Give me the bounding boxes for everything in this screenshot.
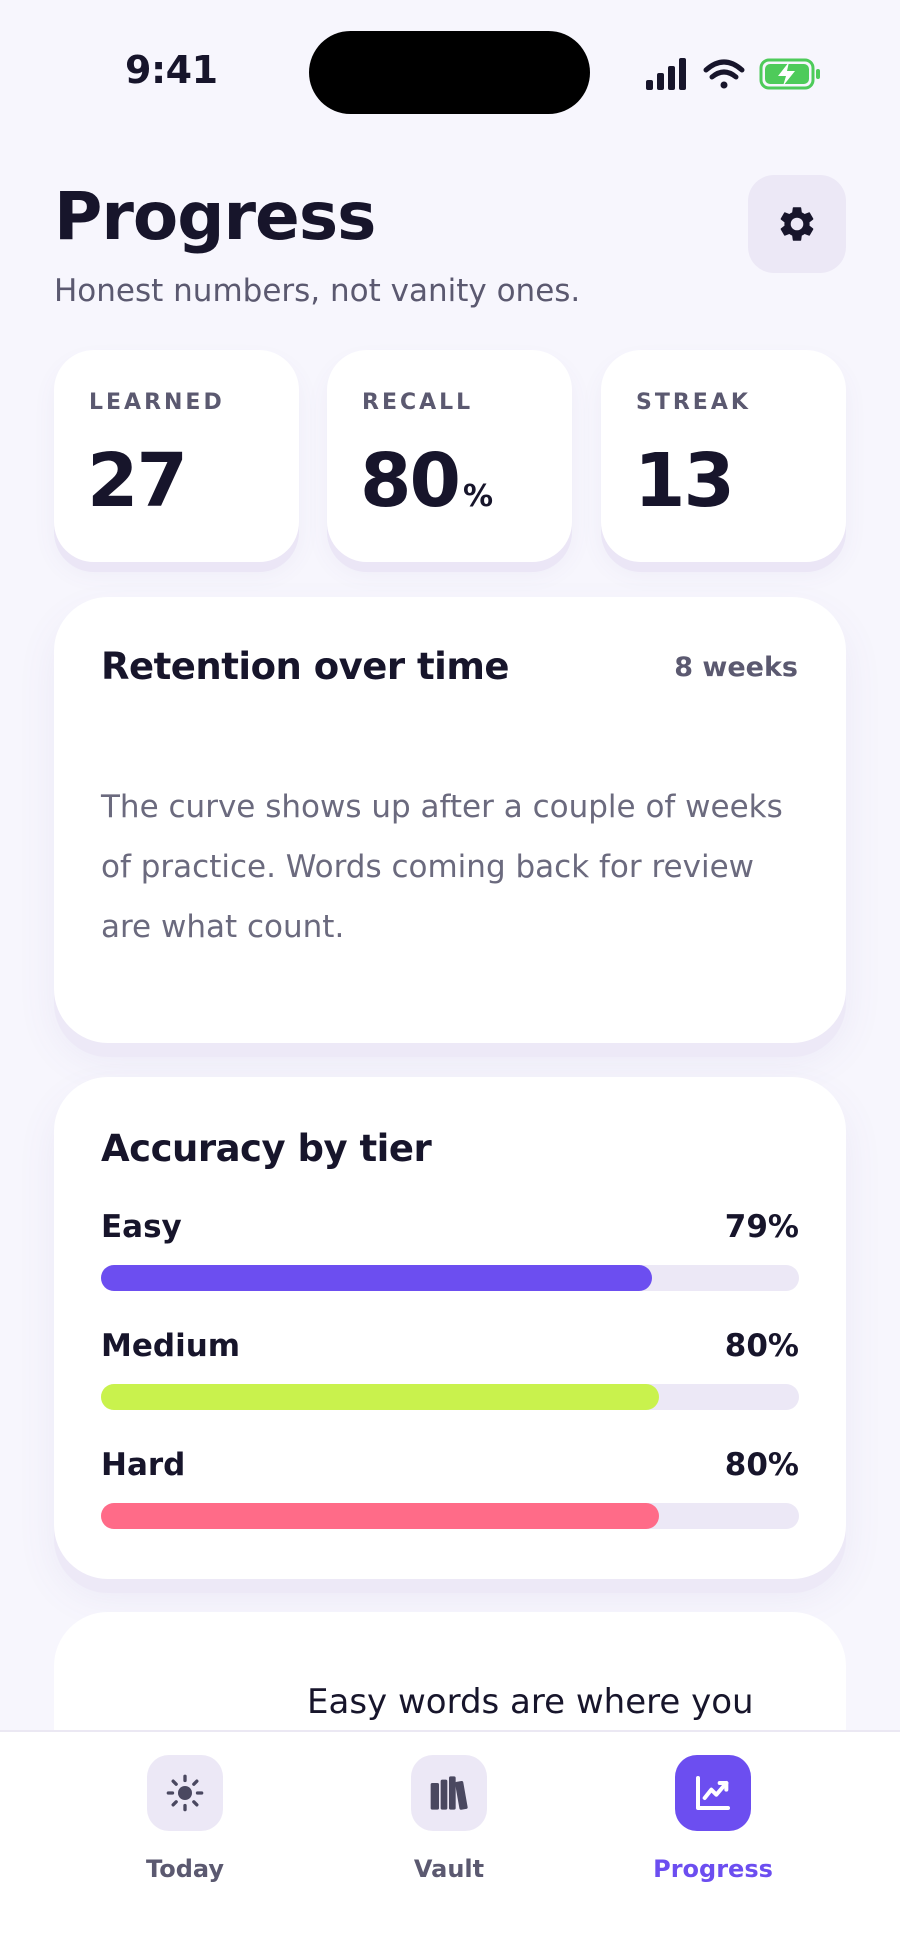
settings-button[interactable] [748,175,846,273]
stat-label: LEARNED [89,390,225,415]
tier-row-easy: Easy 79% [101,1209,799,1299]
accuracy-card: Accuracy by tier Easy 79% Medium 80% Har… [54,1077,846,1579]
stat-value: 13 [634,438,735,524]
battery-charging-icon [759,58,820,90]
signal-icon [646,58,686,90]
stat-unit: % [462,479,494,514]
tier-progress-fill [101,1265,653,1291]
nav-item-vault[interactable]: Vault [349,1755,549,1895]
tier-percent: 80% [724,1328,799,1364]
stat-card-learned: LEARNED 27 [54,350,299,562]
chart-icon [696,1776,730,1810]
stat-card-streak: STREAK 13 [601,350,846,562]
tier-label: Hard [101,1447,186,1483]
tier-progress-track [101,1384,799,1410]
nav-icon-box [675,1755,751,1831]
wifi-icon [703,59,745,89]
tier-percent: 80% [724,1447,799,1483]
gear-icon [780,207,814,241]
stat-label: STREAK [636,390,751,415]
dynamic-island [309,31,590,114]
retention-title: Retention over time [101,645,510,688]
tier-progress-fill [101,1384,660,1410]
page-subtitle: Honest numbers, not vanity ones. [54,273,581,309]
status-icons [646,58,820,90]
insight-text: Easy words are where you [307,1682,754,1722]
stat-value: 27 [87,438,188,524]
tier-progress-track [101,1265,799,1291]
nav-item-today[interactable]: Today [85,1755,285,1895]
retention-empty-message: The curve shows up after a couple of wee… [101,789,783,945]
tier-progress-fill [101,1503,660,1529]
tier-progress-track [101,1503,799,1529]
retention-range[interactable]: 8 weeks [674,652,798,683]
page-title: Progress [54,178,376,255]
nav-icon-box [411,1755,487,1831]
status-time: 9:41 [125,48,218,92]
tier-row-medium: Medium 80% [101,1328,799,1418]
nav-label: Vault [413,1855,485,1883]
nav-item-progress[interactable]: Progress [613,1755,813,1895]
nav-label: Progress [653,1855,773,1883]
nav-icon-box [147,1755,223,1831]
books-icon [430,1776,468,1810]
tier-label: Medium [101,1328,241,1364]
nav-label: Today [146,1855,224,1883]
tier-label: Easy [101,1209,182,1245]
accuracy-title: Accuracy by tier [101,1127,432,1170]
stat-label: RECALL [362,390,474,415]
sun-icon [166,1774,204,1812]
bottom-nav: Today Vault Progress [0,1730,900,1958]
stat-value: 80% [360,438,494,524]
status-bar: 9:41 [0,0,900,145]
tier-row-hard: Hard 80% [101,1447,799,1537]
tier-percent: 79% [724,1209,799,1245]
retention-card: Retention over time 8 weeks The curve sh… [54,597,846,1043]
stat-card-recall: RECALL 80% [327,350,572,562]
